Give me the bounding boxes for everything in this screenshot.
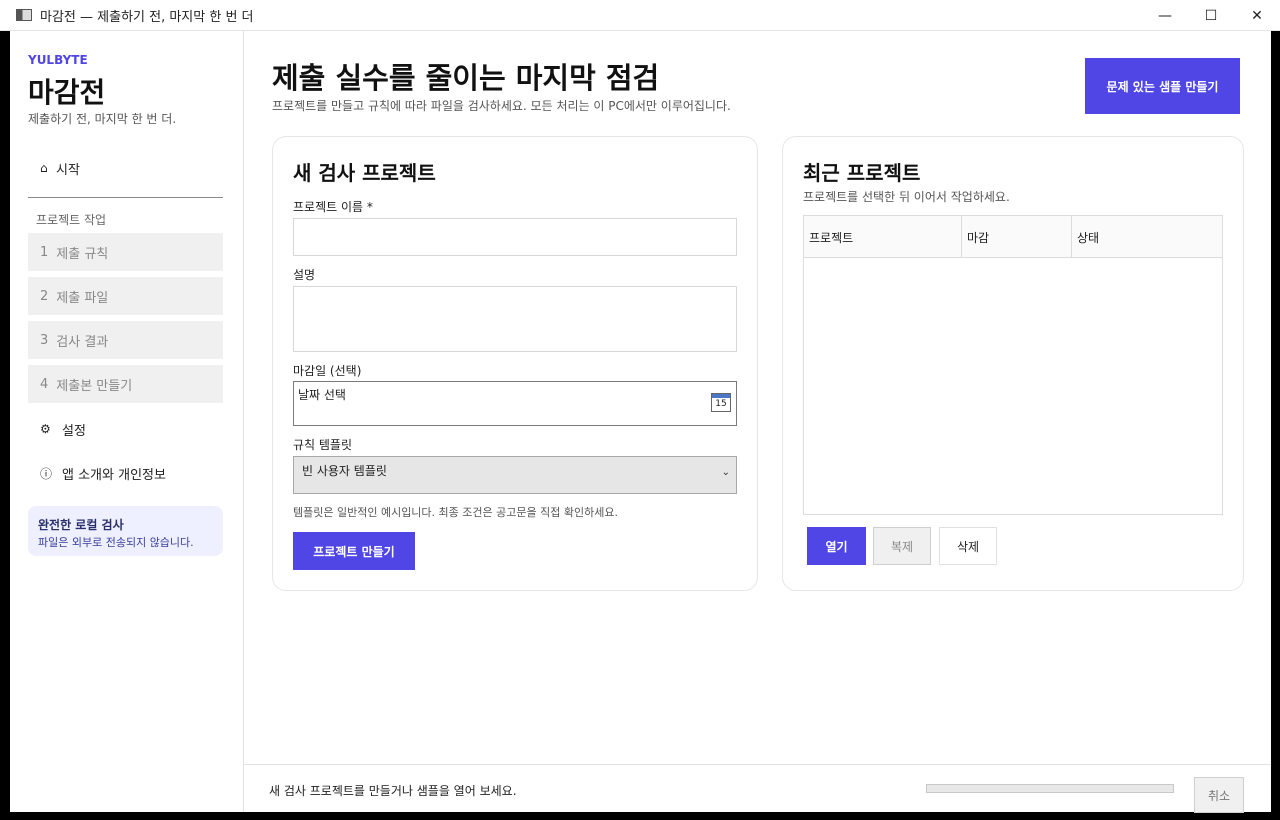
main-content: 제출 실수를 줄이는 마지막 점검 프로젝트를 만들고 규칙에 따라 파일을 검… (245, 31, 1271, 764)
new-project-card: 새 검사 프로젝트 프로젝트 이름 * 설명 마감일 (선택) 날짜 선택 15… (272, 136, 758, 591)
page-title: 제출 실수를 줄이는 마지막 점검 (272, 61, 660, 95)
sidebar-divider (28, 197, 223, 198)
sidebar-item-label: 시작 (56, 162, 80, 178)
chevron-down-icon: ⌄ (721, 467, 730, 478)
template-label: 규칙 템플릿 (293, 438, 353, 452)
sidebar: YULBYTE 마감전 제출하기 전, 마지막 한 번 더. ⌂ 시작 프로젝트… (10, 31, 244, 812)
progress-bar (926, 784, 1174, 793)
open-button[interactable]: 열기 (807, 527, 866, 565)
sidebar-item-label: 제출본 만들기 (56, 378, 133, 394)
maximize-button[interactable]: ☐ (1188, 0, 1234, 31)
create-project-button[interactable]: 프로젝트 만들기 (293, 532, 415, 570)
recent-projects-card: 최근 프로젝트 프로젝트를 선택한 뒤 이어서 작업하세요. 프로젝트 마감 상… (782, 136, 1244, 591)
calendar-icon[interactable]: 15 (711, 393, 731, 412)
column-header-project[interactable]: 프로젝트 (804, 216, 962, 257)
status-message: 새 검사 프로젝트를 만들거나 샘플을 열어 보세요. (269, 784, 517, 798)
app-window: YULBYTE 마감전 제출하기 전, 마지막 한 번 더. ⌂ 시작 프로젝트… (10, 31, 1271, 813)
brand-label: YULBYTE (28, 53, 88, 67)
card-title: 새 검사 프로젝트 (293, 161, 436, 185)
step-number: 1 (40, 244, 49, 260)
sidebar-item-rules[interactable]: 1 제출 규칙 (28, 233, 223, 271)
card-title: 최근 프로젝트 (803, 161, 921, 185)
template-selected-value: 빈 사용자 템플릿 (302, 464, 387, 478)
sidebar-item-label: 제출 규칙 (56, 246, 109, 262)
step-number: 2 (40, 288, 49, 304)
sidebar-item-label: 앱 소개와 개인정보 (62, 467, 166, 483)
sidebar-item-results[interactable]: 3 검사 결과 (28, 321, 223, 359)
date-placeholder: 날짜 선택 (298, 388, 346, 402)
sidebar-item-settings[interactable]: ⚙ 설정 (28, 410, 223, 448)
window-controls: — ☐ ✕ (1142, 0, 1280, 31)
description-input[interactable] (293, 286, 737, 352)
deadline-date-picker[interactable]: 날짜 선택 15 (293, 381, 737, 426)
delete-button[interactable]: 삭제 (939, 527, 997, 565)
gear-icon: ⚙ (40, 422, 51, 436)
sidebar-section-label: 프로젝트 작업 (36, 213, 107, 227)
notice-text: 파일은 외부로 전송되지 않습니다. (38, 536, 194, 549)
cancel-button[interactable]: 취소 (1194, 777, 1244, 813)
sidebar-item-label: 제출 파일 (56, 290, 109, 306)
app-name: 마감전 (28, 76, 106, 109)
duplicate-button[interactable]: 복제 (873, 527, 931, 565)
app-icon (16, 9, 32, 21)
create-sample-button[interactable]: 문제 있는 샘플 만들기 (1085, 58, 1240, 114)
sidebar-item-home[interactable]: ⌂ 시작 (28, 151, 223, 185)
notice-title: 완전한 로컬 검사 (38, 518, 124, 532)
column-header-status[interactable]: 상태 (1072, 216, 1222, 257)
window-title: 마감전 — 제출하기 전, 마지막 한 번 더 (40, 9, 254, 25)
page-subtitle: 프로젝트를 만들고 규칙에 따라 파일을 검사하세요. 모든 처리는 이 PC에… (272, 99, 731, 113)
home-icon: ⌂ (40, 161, 48, 175)
step-number: 4 (40, 376, 49, 392)
sidebar-item-label: 검사 결과 (56, 334, 109, 350)
close-button[interactable]: ✕ (1234, 0, 1280, 31)
project-name-input[interactable] (293, 218, 737, 256)
step-number: 3 (40, 332, 49, 348)
status-bar: 새 검사 프로젝트를 만들거나 샘플을 열어 보세요. 취소 (244, 764, 1271, 813)
sidebar-item-label: 설정 (62, 423, 86, 439)
project-name-label: 프로젝트 이름 * (293, 200, 373, 214)
column-header-deadline[interactable]: 마감 (962, 216, 1072, 257)
sidebar-item-build[interactable]: 4 제출본 만들기 (28, 365, 223, 403)
sidebar-item-about[interactable]: ⓘ 앱 소개와 개인정보 (28, 454, 223, 492)
recent-projects-table[interactable]: 프로젝트 마감 상태 (803, 215, 1223, 515)
minimize-button[interactable]: — (1142, 0, 1188, 31)
table-header: 프로젝트 마감 상태 (804, 216, 1222, 258)
info-icon: ⓘ (40, 466, 53, 481)
title-bar: 마감전 — 제출하기 전, 마지막 한 번 더 — ☐ ✕ (0, 0, 1280, 31)
template-hint: 템플릿은 일반적인 예시입니다. 최종 조건은 공고문을 직접 확인하세요. (293, 506, 618, 519)
template-select[interactable]: 빈 사용자 템플릿 ⌄ (293, 456, 737, 494)
sidebar-item-files[interactable]: 2 제출 파일 (28, 277, 223, 315)
local-check-notice: 완전한 로컬 검사 파일은 외부로 전송되지 않습니다. (28, 506, 223, 556)
card-subtitle: 프로젝트를 선택한 뒤 이어서 작업하세요. (803, 190, 1010, 204)
deadline-label: 마감일 (선택) (293, 364, 362, 378)
description-label: 설명 (293, 268, 316, 282)
app-tagline: 제출하기 전, 마지막 한 번 더. (28, 112, 177, 126)
